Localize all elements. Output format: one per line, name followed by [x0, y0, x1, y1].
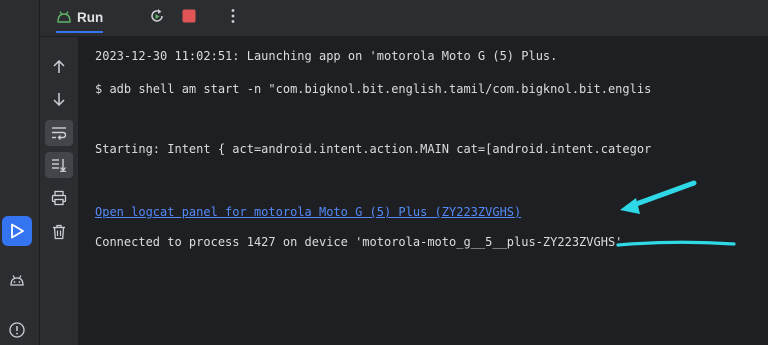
stop-button[interactable]: [176, 4, 202, 28]
redaction-strike-icon: [616, 240, 736, 247]
annotation-arrow-icon: [620, 180, 697, 214]
problems-icon: [8, 321, 26, 339]
trash-icon: [52, 224, 66, 240]
android-icon: [8, 272, 26, 290]
arrow-down-icon: [52, 91, 66, 107]
more-options-button[interactable]: [220, 4, 246, 28]
print-button[interactable]: [45, 185, 73, 211]
rerun-icon: [148, 7, 166, 25]
run-toolbar: Run: [40, 0, 768, 37]
stop-icon: [181, 8, 197, 24]
problems-tool-button[interactable]: [2, 315, 32, 345]
run-tab[interactable]: Run: [56, 6, 104, 33]
arrow-up-icon: [52, 59, 66, 75]
left-tool-strip: [0, 0, 40, 345]
console-actions-gutter: [40, 37, 78, 345]
soft-wrap-icon: [51, 126, 67, 140]
open-logcat-link[interactable]: Open logcat panel for motorola Moto G (5…: [95, 205, 521, 219]
console-line: $ adb shell am start -n "com.bigknol.bit…: [95, 82, 652, 96]
run-tool-window-icon: [8, 222, 26, 240]
run-tool-window: Run 2023-12-30 11:02:51: Launching app o…: [0, 0, 768, 345]
console-line: Starting: Intent { act=android.intent.ac…: [95, 142, 652, 156]
run-icon: [56, 10, 72, 24]
scroll-to-end-toggle[interactable]: [45, 152, 73, 178]
previous-occurrence-button[interactable]: [45, 54, 73, 80]
console-line: 2023-12-30 11:02:51: Launching app on 'm…: [95, 49, 558, 63]
scroll-to-end-icon: [51, 158, 67, 172]
run-tab-label: Run: [77, 9, 104, 25]
clear-all-button[interactable]: [45, 219, 73, 245]
next-occurrence-button[interactable]: [45, 86, 73, 112]
more-options-icon: [230, 8, 236, 24]
rerun-button[interactable]: [144, 4, 170, 28]
soft-wrap-toggle[interactable]: [45, 120, 73, 146]
print-icon: [51, 190, 67, 206]
console-line: Connected to process 1427 on device 'mot…: [95, 235, 630, 249]
console-output[interactable]: 2023-12-30 11:02:51: Launching app on 'm…: [78, 37, 768, 345]
run-tool-window-button[interactable]: [2, 216, 32, 246]
android-tool-button[interactable]: [2, 266, 32, 296]
